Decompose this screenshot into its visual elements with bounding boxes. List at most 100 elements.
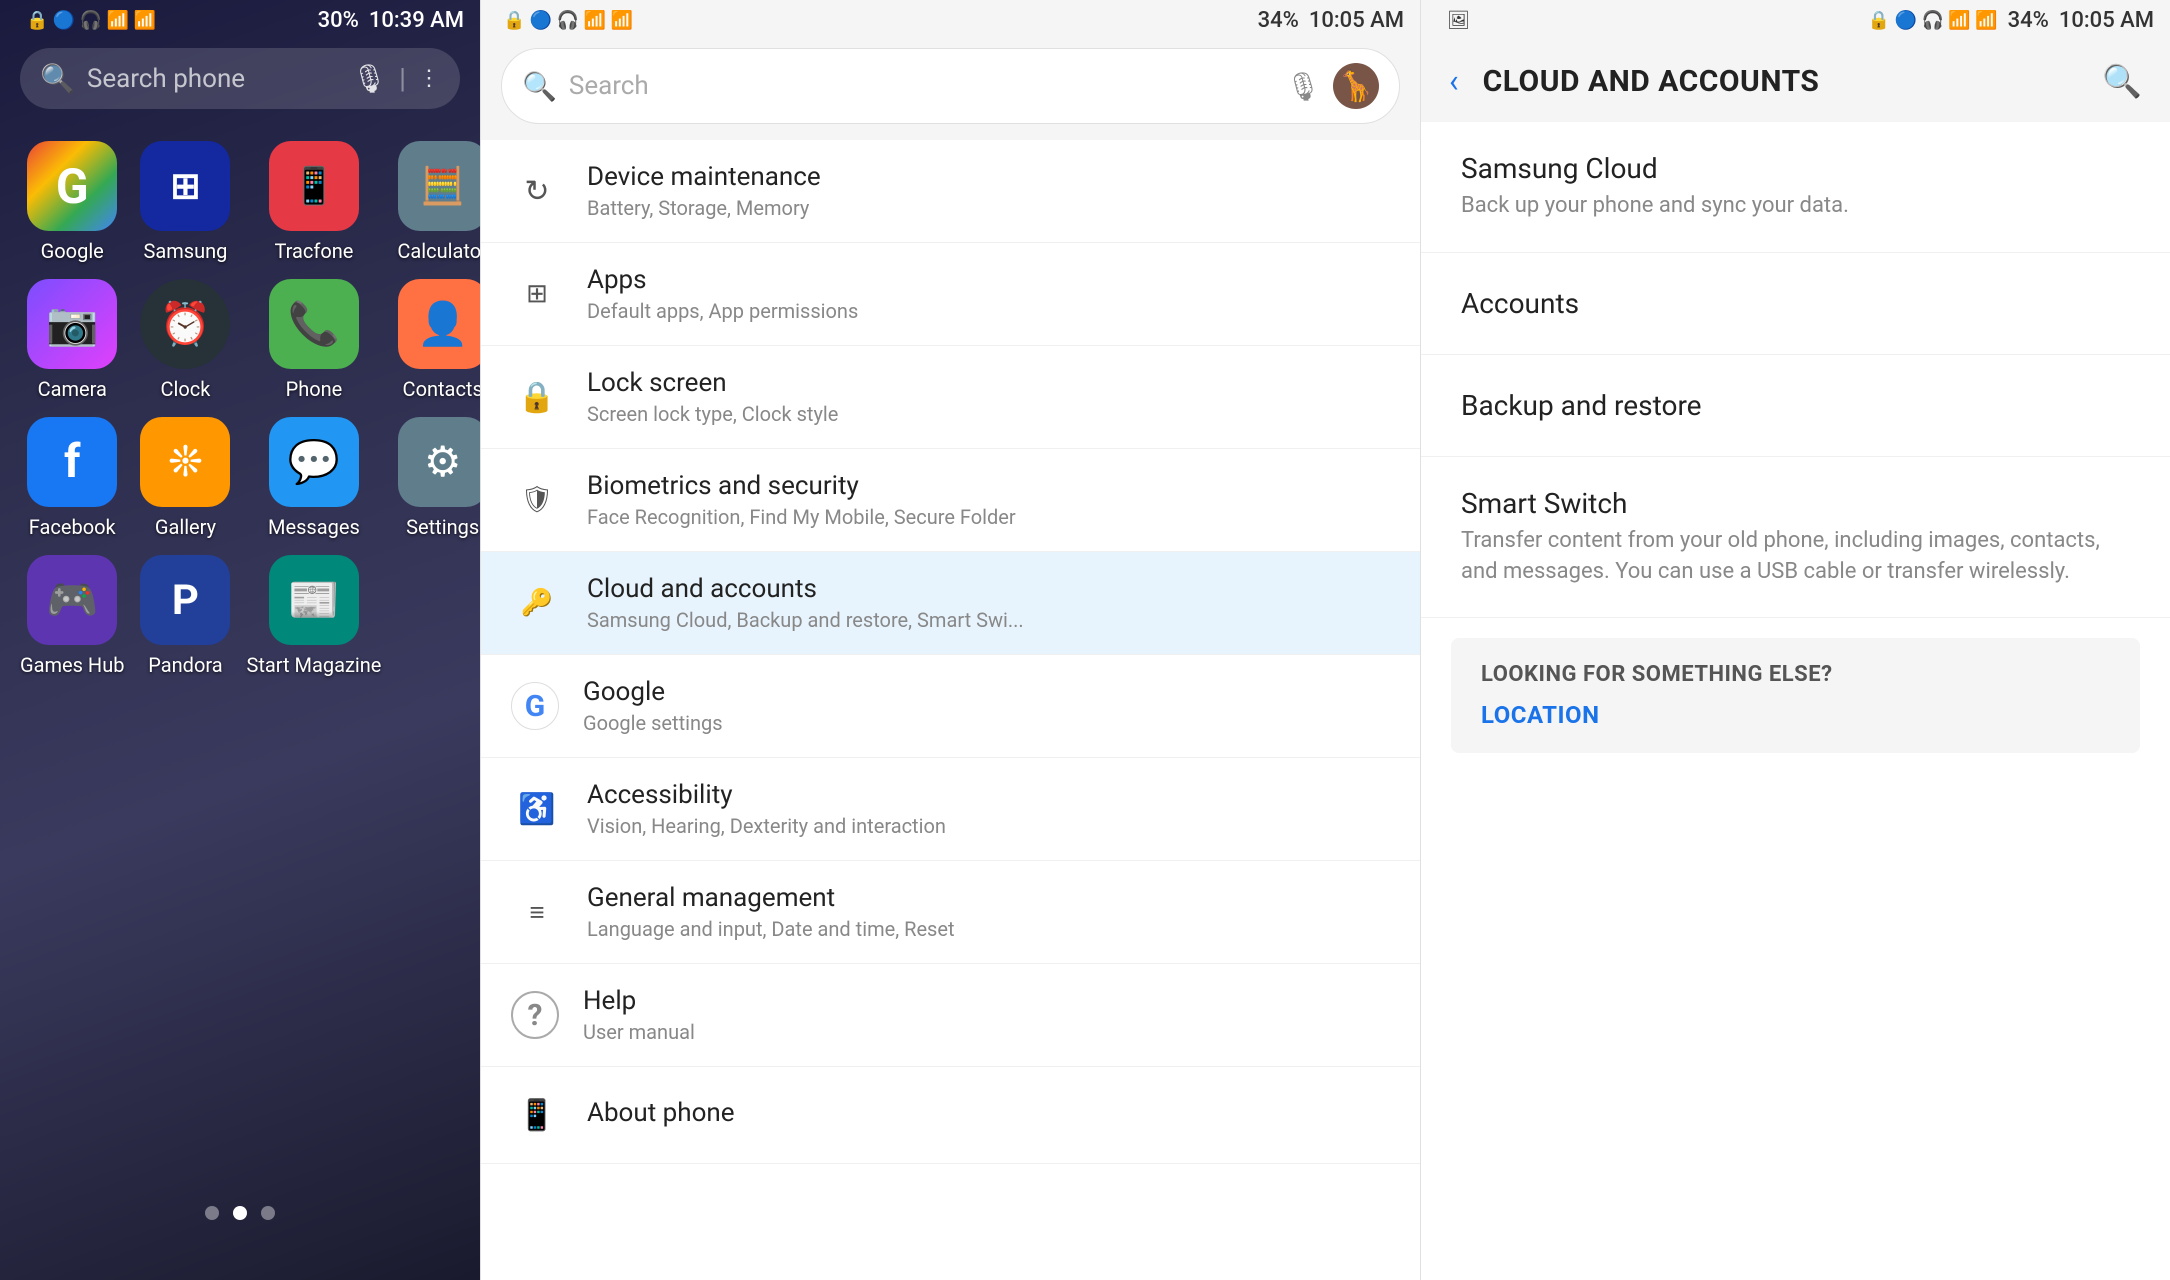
app-calculator-label: Calculator: [397, 239, 480, 263]
cloud-time: 10:05 AM: [2059, 8, 2154, 33]
app-messages[interactable]: 💬 Messages: [246, 417, 381, 539]
cloud-status-icon: 🖼: [1437, 10, 1470, 31]
apps-icon: ⊞: [511, 268, 563, 320]
facebook-icon: f: [27, 417, 117, 507]
clock-icon: ⏰: [140, 279, 230, 369]
settings-icon: ⚙: [398, 417, 480, 507]
apps-title: Apps: [587, 265, 1390, 295]
app-phone[interactable]: 📞 Phone: [246, 279, 381, 401]
settings-item-device-maintenance[interactable]: ↻ Device maintenance Battery, Storage, M…: [481, 140, 1420, 243]
settings-screen: 🔒 🔵 🎧 📶 📶 34% 10:05 AM 🔍 Search 🎙 🦒 ↻ De…: [480, 0, 1420, 1280]
app-gallery-label: Gallery: [155, 515, 216, 539]
app-samsung[interactable]: ⊞ Samsung: [140, 141, 230, 263]
settings-search-bar[interactable]: 🔍 Search 🎙 🦒: [501, 48, 1400, 124]
settings-item-cloud-accounts[interactable]: 🔑 Cloud and accounts Samsung Cloud, Back…: [481, 552, 1420, 655]
settings-status-bar: 🔒 🔵 🎧 📶 📶 34% 10:05 AM: [481, 0, 1420, 40]
settings-item-about-phone[interactable]: 📱 About phone: [481, 1067, 1420, 1164]
device-maintenance-title: Device maintenance: [587, 162, 1390, 192]
settings-status-icons: 🔒 🔵 🎧 📶 📶: [497, 10, 633, 31]
app-calculator[interactable]: 🧮 Calculator: [397, 141, 480, 263]
contacts-icon: 👤: [398, 279, 480, 369]
app-start-magazine-label: Start Magazine: [246, 653, 381, 677]
settings-item-general-management[interactable]: ≡ General management Language and input,…: [481, 861, 1420, 964]
biometrics-icon: 🛡: [511, 474, 563, 526]
cloud-accounts-sub: Samsung Cloud, Backup and restore, Smart…: [587, 608, 1390, 632]
settings-item-biometrics[interactable]: 🛡 Biometrics and security Face Recogniti…: [481, 449, 1420, 552]
settings-item-google[interactable]: G Google Google settings: [481, 655, 1420, 758]
dot-3[interactable]: [261, 1206, 275, 1220]
app-games-label: Games Hub: [20, 653, 124, 677]
general-management-sub: Language and input, Date and time, Reset: [587, 917, 1390, 941]
settings-battery: 34%: [1258, 8, 1299, 33]
settings-item-accessibility[interactable]: ♿ Accessibility Vision, Hearing, Dexteri…: [481, 758, 1420, 861]
app-clock[interactable]: ⏰ Clock: [140, 279, 230, 401]
home-mic-icon[interactable]: 🎙: [352, 62, 388, 95]
settings-mic-icon[interactable]: 🎙: [1285, 70, 1321, 103]
app-messages-label: Messages: [268, 515, 360, 539]
cloud-header: ‹ CLOUD AND ACCOUNTS 🔍: [1421, 40, 2170, 122]
camera-icon: 📷: [27, 279, 117, 369]
settings-search-icon: 🔍: [522, 70, 557, 103]
biometrics-sub: Face Recognition, Find My Mobile, Secure…: [587, 505, 1390, 529]
about-phone-title: About phone: [587, 1098, 1390, 1128]
lock-screen-icon: 🔒: [511, 371, 563, 423]
app-gallery[interactable]: ❊ Gallery: [140, 417, 230, 539]
app-google-label: Google: [41, 239, 104, 263]
cloud-item-samsung-cloud[interactable]: Samsung Cloud Back up your phone and syn…: [1421, 122, 2170, 253]
settings-item-lock-screen[interactable]: 🔒 Lock screen Screen lock type, Clock st…: [481, 346, 1420, 449]
home-status-bar: 🔒 🔵 🎧 📶 📶 30% 10:39 AM: [0, 0, 480, 40]
app-google[interactable]: G Google: [20, 141, 124, 263]
accessibility-sub: Vision, Hearing, Dexterity and interacti…: [587, 814, 1390, 838]
device-maintenance-sub: Battery, Storage, Memory: [587, 196, 1390, 220]
settings-search-placeholder: Search: [569, 71, 1274, 101]
home-battery: 30%: [318, 8, 359, 33]
back-button[interactable]: ‹: [1441, 54, 1467, 108]
home-menu-icon[interactable]: ⋮: [418, 66, 440, 91]
cloud-accounts-screen: 🖼 🔒 🔵 🎧 📶 📶 34% 10:05 AM ‹ CLOUD AND ACC…: [1420, 0, 2170, 1280]
location-link[interactable]: LOCATION: [1481, 701, 2110, 729]
app-pandora[interactable]: P Pandora: [140, 555, 230, 677]
suggestion-title: LOOKING FOR SOMETHING ELSE?: [1481, 662, 2110, 687]
home-search-placeholder: Search phone: [87, 64, 340, 94]
dot-1[interactable]: [205, 1206, 219, 1220]
lock-screen-title: Lock screen: [587, 368, 1390, 398]
help-title: Help: [583, 986, 1390, 1016]
app-grid: G Google ⊞ Samsung 📱 Tracfone 🧮 Calculat…: [0, 117, 480, 701]
settings-list: ↻ Device maintenance Battery, Storage, M…: [481, 140, 1420, 1280]
apps-sub: Default apps, App permissions: [587, 299, 1390, 323]
tracfone-icon: 📱: [269, 141, 359, 231]
app-clock-label: Clock: [161, 377, 211, 401]
app-start-magazine[interactable]: 📰 Start Magazine: [246, 555, 381, 677]
cloud-accounts-settings-icon: 🔑: [511, 577, 563, 629]
google-icon: G: [27, 141, 117, 231]
google-title: Google: [583, 677, 1390, 707]
general-management-title: General management: [587, 883, 1390, 913]
home-search-bar[interactable]: 🔍 Search phone 🎙 | ⋮: [20, 48, 460, 109]
app-tracfone-label: Tracfone: [274, 239, 353, 263]
settings-profile-avatar[interactable]: 🦒: [1333, 63, 1379, 109]
cloud-item-smart-switch[interactable]: Smart Switch Transfer content from your …: [1421, 457, 2170, 619]
messages-icon: 💬: [269, 417, 359, 507]
start-magazine-icon: 📰: [269, 555, 359, 645]
biometrics-title: Biometrics and security: [587, 471, 1390, 501]
accessibility-icon: ♿: [511, 783, 563, 835]
gallery-icon: ❊: [140, 417, 230, 507]
settings-item-apps[interactable]: ⊞ Apps Default apps, App permissions: [481, 243, 1420, 346]
cloud-search-button[interactable]: 🔍: [2094, 54, 2150, 108]
help-icon: ?: [511, 991, 559, 1039]
app-facebook[interactable]: f Facebook: [20, 417, 124, 539]
app-phone-label: Phone: [286, 377, 343, 401]
app-tracfone[interactable]: 📱 Tracfone: [246, 141, 381, 263]
cloud-item-backup-restore[interactable]: Backup and restore: [1421, 355, 2170, 457]
cloud-item-accounts[interactable]: Accounts: [1421, 253, 2170, 355]
device-maintenance-icon: ↻: [511, 165, 563, 217]
app-samsung-label: Samsung: [143, 239, 227, 263]
samsung-icon: ⊞: [140, 141, 230, 231]
app-games[interactable]: 🎮 Games Hub: [20, 555, 124, 677]
phone-icon: 📞: [269, 279, 359, 369]
app-settings[interactable]: ⚙ Settings: [397, 417, 480, 539]
settings-item-help[interactable]: ? Help User manual: [481, 964, 1420, 1067]
app-camera[interactable]: 📷 Camera: [20, 279, 124, 401]
app-contacts[interactable]: 👤 Contacts: [397, 279, 480, 401]
dot-2[interactable]: [233, 1206, 247, 1220]
